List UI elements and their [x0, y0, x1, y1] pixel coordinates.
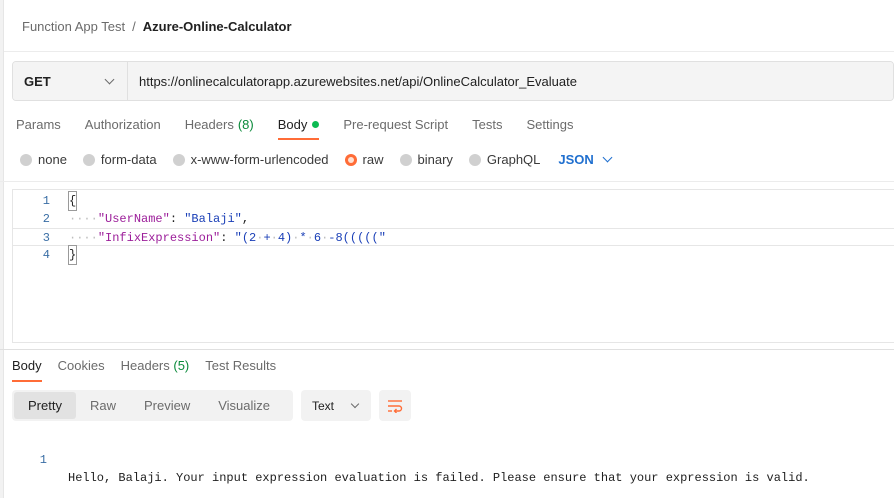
radio-form-data[interactable]: form-data	[82, 152, 157, 167]
body-divider	[0, 181, 894, 182]
radio-icon	[20, 153, 32, 166]
view-preview-button[interactable]: Preview	[130, 392, 204, 419]
tab-headers[interactable]: Headers (8)	[185, 117, 254, 132]
radio-icon	[468, 153, 481, 166]
line-code: {	[67, 191, 78, 211]
response-tab-headers[interactable]: Headers (5)	[121, 358, 190, 373]
view-raw-button[interactable]: Raw	[76, 392, 130, 419]
request-body-editor[interactable]: 1 { 2 ····"UserName": "Balaji", 3 ····"I…	[12, 189, 894, 343]
header-divider	[4, 51, 894, 52]
request-url-bar: GET	[12, 61, 894, 101]
response-line-number: 1	[39, 453, 47, 467]
editor-line: 2 ····"UserName": "Balaji",	[13, 210, 894, 228]
response-divider[interactable]	[0, 349, 894, 350]
green-dot-icon	[312, 121, 320, 128]
chevron-down-icon	[350, 399, 360, 408]
breadcrumb: Function App Test / Azure-Online-Calcula…	[22, 19, 292, 34]
headers-count: (8)	[237, 117, 254, 132]
url-input[interactable]	[128, 62, 893, 100]
chevron-down-icon	[104, 74, 115, 84]
response-tab-cookies[interactable]: Cookies	[58, 358, 105, 373]
tab-settings[interactable]: Settings	[526, 117, 573, 132]
chevron-down-icon	[602, 152, 613, 163]
tab-authorization[interactable]: Authorization	[85, 117, 161, 132]
editor-line: 1 {	[13, 191, 894, 211]
response-headers-count: (5)	[173, 358, 190, 373]
line-code: }	[67, 245, 78, 265]
tab-tests[interactable]: Tests	[472, 117, 502, 132]
line-code: ····"InfixExpression": "(2·+·4)·*·6·-8((…	[69, 231, 386, 245]
response-tab-test-results[interactable]: Test Results	[205, 358, 276, 373]
body-format-select[interactable]: JSON	[558, 152, 613, 167]
response-body: 1 Hello, Balaji. Your input expression e…	[12, 433, 810, 485]
method-label: GET	[24, 73, 51, 89]
response-text: Hello, Balaji. Your input expression eva…	[68, 471, 810, 485]
wrap-lines-icon	[388, 399, 403, 413]
response-format-select[interactable]: Text	[301, 390, 371, 421]
request-name[interactable]: Azure-Online-Calculator	[143, 19, 292, 34]
editor-line: 4 }	[13, 245, 894, 265]
radio-binary[interactable]: binary	[399, 152, 453, 167]
line-code: ····"UserName": "Balaji",	[69, 212, 250, 226]
request-tabs: Params Authorization Headers (8) Body Pre…	[16, 117, 597, 140]
line-number: 3	[42, 231, 50, 245]
radio-raw[interactable]: raw	[344, 152, 384, 167]
response-view-modes: Pretty Raw Preview Visualize	[12, 390, 293, 421]
tab-pre-request-script[interactable]: Pre-request Script	[343, 117, 448, 132]
left-sidebar-edge	[0, 0, 4, 498]
radio-graphql[interactable]: GraphQL	[468, 152, 540, 167]
breadcrumb-separator: /	[132, 19, 136, 34]
tab-body[interactable]: Body	[277, 117, 320, 140]
wrap-lines-button[interactable]	[379, 390, 411, 421]
view-pretty-button[interactable]: Pretty	[14, 392, 76, 419]
response-tabs: Body Cookies Headers (5) Test Results	[12, 358, 292, 382]
response-tab-body[interactable]: Body	[12, 358, 42, 382]
line-number: 4	[42, 248, 50, 262]
line-number: 2	[42, 212, 50, 226]
radio-icon	[82, 153, 95, 166]
radio-none[interactable]: none	[20, 152, 67, 167]
radio-icon	[399, 153, 412, 166]
view-visualize-button[interactable]: Visualize	[204, 392, 284, 419]
line-number: 1	[42, 194, 50, 208]
tab-params[interactable]: Params	[16, 117, 61, 132]
response-format-label: Text	[312, 398, 335, 413]
radio-selected-icon	[344, 153, 357, 166]
method-select[interactable]: GET	[13, 62, 128, 100]
breadcrumb-collection[interactable]: Function App Test	[22, 19, 125, 34]
editor-line-current: 3 ····"InfixExpression": "(2·+·4)·*·6·-8…	[13, 228, 894, 246]
radio-x-www-form-urlencoded[interactable]: x-www-form-urlencoded	[172, 152, 329, 167]
radio-icon	[172, 153, 185, 166]
body-type-options: none form-data x-www-form-urlencoded raw…	[20, 152, 613, 167]
